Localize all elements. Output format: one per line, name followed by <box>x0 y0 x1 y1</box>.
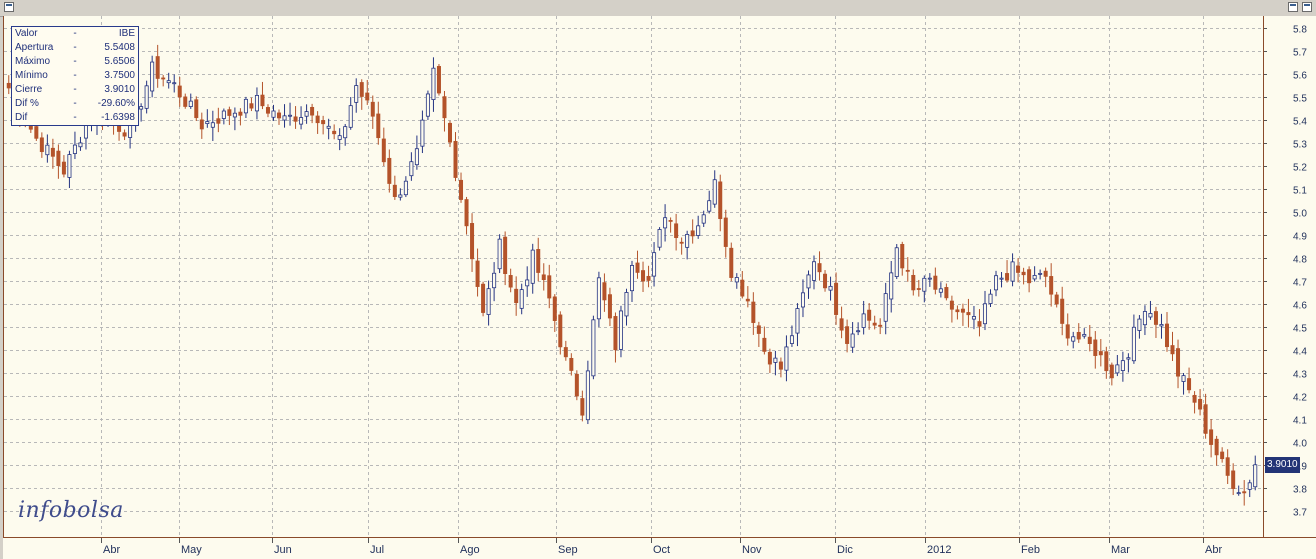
restore-icon[interactable] <box>1288 2 1298 12</box>
info-row: Máximo - 5.6506 <box>12 55 138 69</box>
info-row: Dif - -1.6398 <box>12 111 138 125</box>
candle <box>618 305 623 358</box>
info-separator: - <box>73 112 77 123</box>
y-tick-label: 4.4 <box>1293 347 1307 358</box>
y-tick-label: 4.9 <box>1293 232 1307 243</box>
maximize-icon[interactable] <box>1302 2 1312 12</box>
candle <box>144 80 149 114</box>
y-tick-label: 5.3 <box>1293 140 1307 151</box>
candle <box>574 370 579 401</box>
info-label: Mínimo <box>15 70 48 81</box>
info-value: -29.60% <box>97 98 135 109</box>
info-row: Valor - IBE <box>12 27 138 41</box>
y-tick-label: 5.0 <box>1293 209 1307 220</box>
info-label: Dif <box>15 112 28 123</box>
candlestick-chart: 3.73.83.94.04.14.24.34.44.54.64.74.84.95… <box>3 16 1316 559</box>
x-tick-label: Sep <box>558 544 578 556</box>
info-row: Apertura - 5.5408 <box>12 41 138 55</box>
info-separator: - <box>73 70 77 81</box>
infobolsa-logo: infobolsa <box>18 498 124 523</box>
x-tick-label: Ago <box>460 544 480 556</box>
info-label: Apertura <box>15 42 54 53</box>
y-tick-label: 4.2 <box>1293 393 1307 404</box>
x-tick-label: Jun <box>274 544 292 556</box>
info-value: 3.7500 <box>104 70 135 81</box>
y-tick-label: 3.7 <box>1293 508 1307 519</box>
title-bar <box>0 0 1316 17</box>
y-tick-label: 5.4 <box>1293 117 1307 128</box>
x-tick-label: May <box>181 544 202 556</box>
x-tick-label: Jul <box>370 544 384 556</box>
info-separator: - <box>73 28 77 39</box>
candle <box>150 55 155 98</box>
info-label: Máximo <box>15 56 51 67</box>
y-tick-label: 3.8 <box>1293 485 1307 496</box>
y-tick-label: 4.3 <box>1293 370 1307 381</box>
y-tick-label: 4.8 <box>1293 255 1307 266</box>
info-value: 5.6506 <box>104 56 135 67</box>
y-tick-label: 5.5 <box>1293 94 1307 105</box>
quote-info-box: Valor - IBE Apertura - 5.5408 Máximo - 5.6506 Mín… <box>11 26 139 126</box>
info-label: Cierre <box>15 84 43 95</box>
y-tick-label: 4.6 <box>1293 301 1307 312</box>
y-tick-label: 4.0 <box>1293 439 1307 450</box>
info-separator: - <box>73 56 77 67</box>
info-value: 3.9010 <box>104 84 135 95</box>
x-tick-label: Abr <box>1205 544 1222 556</box>
candle <box>657 227 662 251</box>
x-tick-label: Feb <box>1021 544 1040 556</box>
info-row: Mínimo - 3.7500 <box>12 69 138 83</box>
x-tick-label: 2012 <box>927 544 951 556</box>
chart-window: 3.7 3.8 3.9 4.0 4.1 4.2 4.3 4.4 4.5 4.6 4.7 4.8 4.9 5… <box>0 0 1316 559</box>
info-value: -1.6398 <box>101 112 135 123</box>
x-tick-label: Abr <box>103 544 120 556</box>
last-price-label: 3.9010 <box>1265 456 1300 473</box>
info-separator: - <box>73 42 77 53</box>
y-tick-label: 4.7 <box>1293 278 1307 289</box>
info-separator: - <box>73 98 77 109</box>
y-tick-label: 5.1 <box>1293 186 1307 197</box>
info-value: 5.5408 <box>104 42 135 53</box>
y-tick-label: 4.1 <box>1293 416 1307 427</box>
info-separator: - <box>73 84 77 95</box>
candle <box>436 64 441 96</box>
info-row: Cierre - 3.9010 <box>12 83 138 97</box>
x-tick-label: Mar <box>1111 544 1130 556</box>
candle <box>425 90 430 121</box>
candle <box>194 96 199 121</box>
info-label: Dif % <box>15 98 39 109</box>
y-tick-label: 5.2 <box>1293 163 1307 174</box>
candle <box>596 271 601 327</box>
candle <box>497 234 502 274</box>
window-icon[interactable] <box>4 2 14 12</box>
info-value: IBE <box>118 28 135 39</box>
info-row: Dif % - -29.60% <box>12 97 138 111</box>
candle <box>894 244 899 280</box>
candle <box>591 315 596 380</box>
info-label: Valor <box>15 28 38 39</box>
y-tick-label: 4.5 <box>1293 324 1307 335</box>
candle <box>729 242 734 282</box>
x-tick-label: Nov <box>742 544 762 556</box>
y-tick-label: 5.8 <box>1293 25 1307 36</box>
candle <box>481 281 486 317</box>
x-tick-label: Dic <box>837 544 853 556</box>
x-tick-label: Oct <box>653 544 670 556</box>
y-tick-label: 5.6 <box>1293 71 1307 82</box>
y-tick-label: 5.7 <box>1293 48 1307 59</box>
